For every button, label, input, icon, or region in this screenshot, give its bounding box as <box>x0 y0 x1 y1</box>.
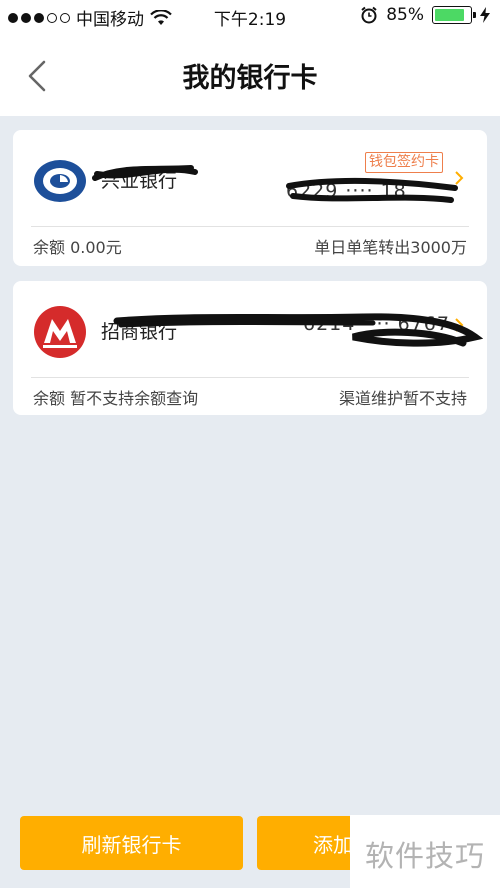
bank-card-cib[interactable]: 兴业银行 6229 ···· 18 钱包签约卡 余额 0.00元 单日单笔转出3… <box>13 130 487 266</box>
battery-fill <box>435 9 464 21</box>
bank-name: 招商银行 <box>101 321 178 343</box>
card-number: 6229 ···· 18 <box>286 180 407 202</box>
battery-percentage: 85% <box>386 5 424 25</box>
wallet-contract-badge: 钱包签约卡 <box>365 152 443 173</box>
watermark-text: 软件技巧 <box>364 839 485 873</box>
page-title: 我的银行卡 <box>182 63 318 94</box>
chevron-right-icon <box>455 171 464 185</box>
chevron-right-icon <box>455 318 464 332</box>
alarm-clock-icon <box>361 6 377 24</box>
status-right: 85% <box>360 5 490 25</box>
bank-name: 兴业银行 <box>101 170 178 192</box>
bank-card-cmb[interactable]: 招商银行 6214 ···· 6767 余额 暂不支持余额查询 渠道维护暂不支持 <box>13 281 487 415</box>
battery-icon <box>432 6 476 24</box>
card-transfer-limit: 渠道维护暂不支持 <box>338 389 467 408</box>
card-balance: 余额 0.00元 <box>33 238 122 257</box>
watermark: 软件技巧 <box>350 815 500 888</box>
card-header[interactable]: 兴业银行 6229 ···· 18 钱包签约卡 <box>13 130 487 226</box>
card-transfer-limit: 单日单笔转出3000万 <box>314 238 467 257</box>
status-bar: 中国移动 下午2:19 85% <box>0 0 500 32</box>
nav-bar: 我的银行卡 <box>0 32 500 116</box>
cib-bank-logo-icon <box>34 160 86 202</box>
card-footer: 余额 0.00元 单日单笔转出3000万 <box>13 226 487 266</box>
cmb-bank-logo-icon <box>34 306 86 358</box>
card-header[interactable]: 招商银行 6214 ···· 6767 <box>13 281 487 377</box>
refresh-cards-button[interactable]: 刷新银行卡 <box>20 816 243 870</box>
charging-bolt-icon <box>480 7 490 23</box>
card-balance: 余额 暂不支持余额查询 <box>33 389 199 408</box>
card-number: 6214 ···· 6767 <box>303 313 450 335</box>
card-footer: 余额 暂不支持余额查询 渠道维护暂不支持 <box>13 377 487 417</box>
